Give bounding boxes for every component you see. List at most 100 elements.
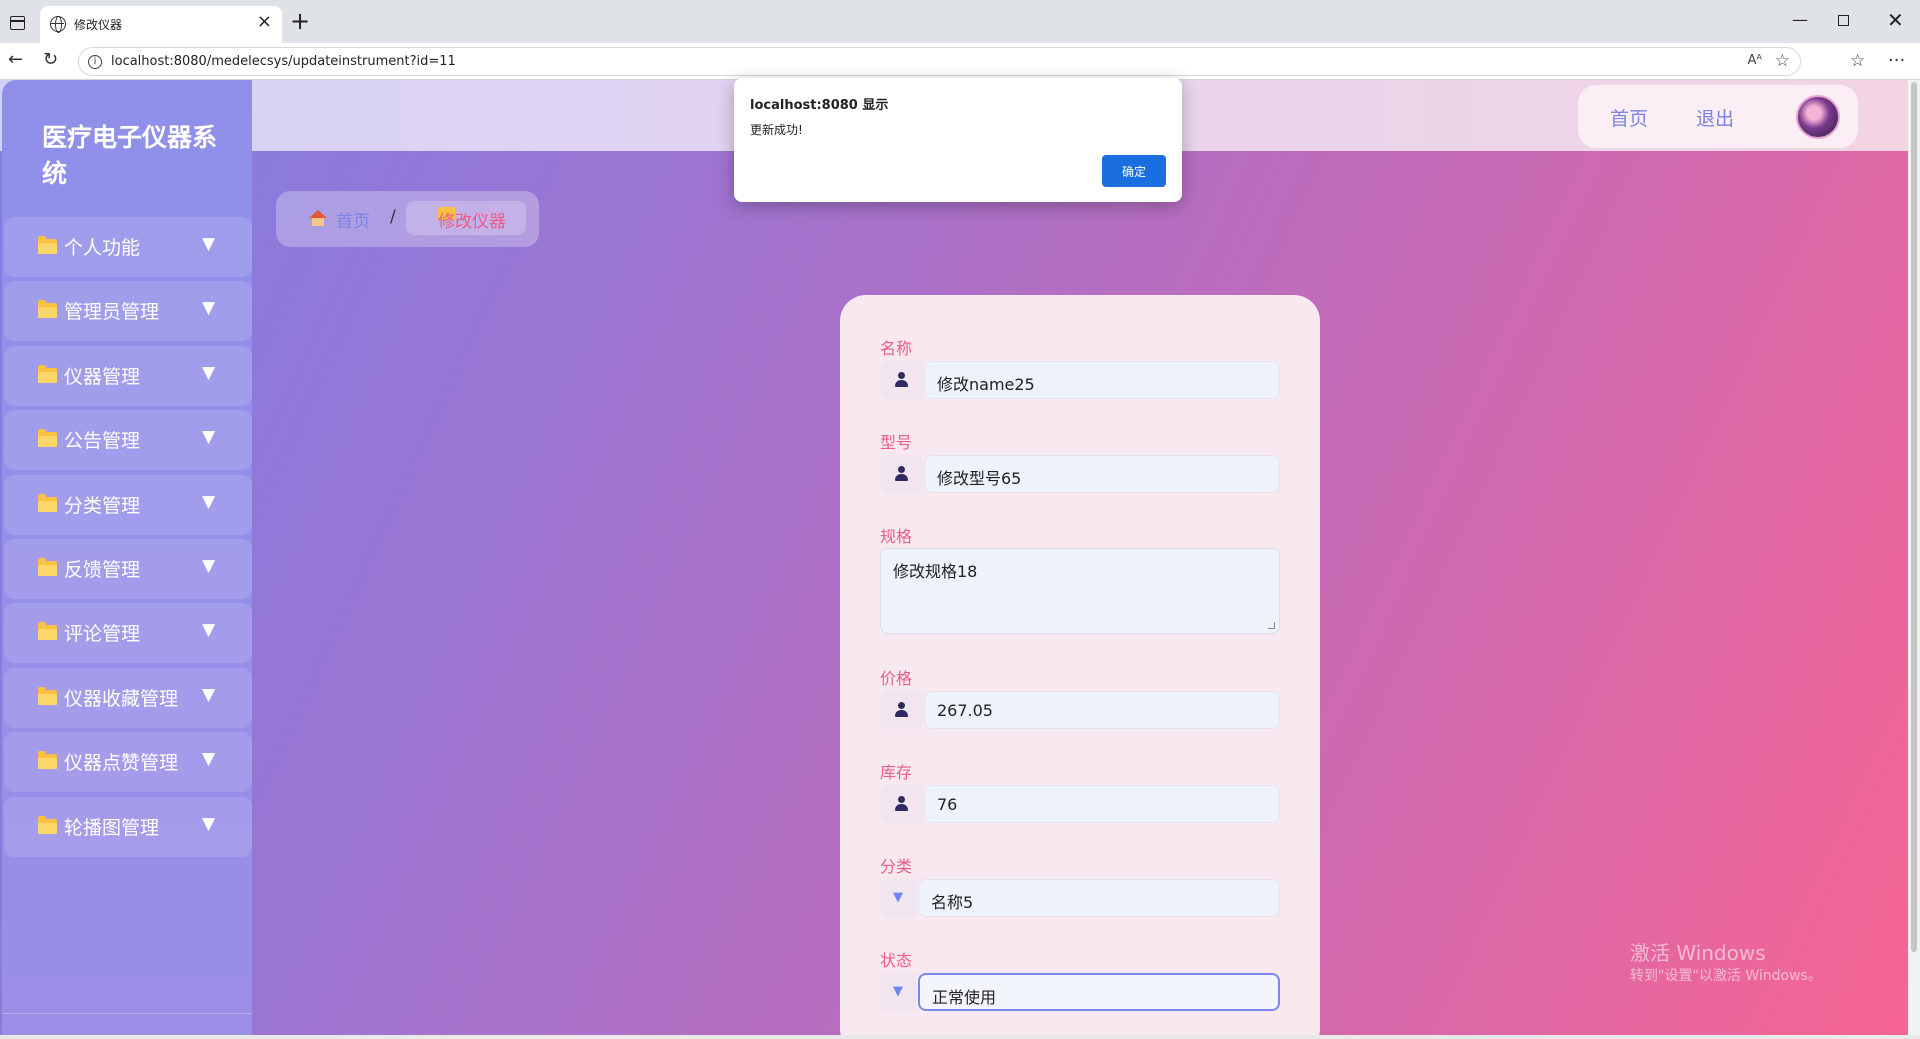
price-icon-box <box>880 691 922 729</box>
folder-icon <box>38 751 57 769</box>
stock-icon-box <box>880 785 922 823</box>
avatar[interactable] <box>1796 95 1840 139</box>
favorite-star-icon[interactable]: ☆ <box>1775 51 1790 71</box>
sidebar-item-label: 轮播图管理 <box>64 817 160 839</box>
sidebar-item-label: 个人功能 <box>64 237 141 259</box>
alert-dialog: localhost:8080 显示 更新成功! 确定 <box>734 78 1182 202</box>
sidebar-item-label: 管理员管理 <box>64 301 160 323</box>
read-aloud-icon[interactable]: Aᴬ <box>1748 53 1763 68</box>
price-input[interactable]: 267.05 <box>924 691 1280 729</box>
caret-down-icon: ▼ <box>202 234 216 254</box>
user-icon <box>895 796 908 812</box>
caret-down-icon: ▼ <box>202 814 216 834</box>
stock-input[interactable]: 76 <box>924 785 1280 823</box>
caret-down-icon: ▼ <box>202 620 216 640</box>
sidebar-item-notice[interactable]: 公告管理 ▼ <box>4 410 252 470</box>
folder-icon <box>38 816 57 834</box>
sidebar-item-favorites[interactable]: 仪器收藏管理 ▼ <box>4 668 252 728</box>
chevron-down-icon[interactable]: ▼ <box>880 973 916 1011</box>
browser-tab[interactable]: 修改仪器 × <box>40 6 282 43</box>
sidebar-item-feedback[interactable]: 反馈管理 ▼ <box>4 539 252 599</box>
maximize-icon[interactable] <box>1838 15 1849 26</box>
name-label: 名称 <box>880 339 913 358</box>
sidebar-divider <box>2 1013 252 1014</box>
sidebar-item-admin[interactable]: 管理员管理 ▼ <box>4 281 252 341</box>
category-label: 分类 <box>880 857 913 876</box>
folder-icon <box>38 687 57 705</box>
url-field[interactable]: i localhost:8080/medelecsys/updateinstru… <box>78 47 1801 76</box>
sidebar-item-label: 仪器点赞管理 <box>64 752 179 774</box>
windows-activation-title: 激活 Windows <box>1630 941 1766 965</box>
model-icon-box <box>880 455 922 493</box>
url-text[interactable]: localhost:8080/medelecsys/updateinstrume… <box>111 54 456 69</box>
reload-icon[interactable]: ↻ <box>43 49 58 71</box>
spec-textarea[interactable]: 修改规格18 <box>880 548 1280 634</box>
model-input[interactable]: 修改型号65 <box>924 455 1280 493</box>
spec-label: 规格 <box>880 527 913 546</box>
top-nav: 首页 退出 <box>1578 85 1858 148</box>
folder-icon <box>38 558 57 576</box>
minimize-icon[interactable]: — <box>1792 8 1808 32</box>
caret-down-icon: ▼ <box>202 556 216 576</box>
folder-icon <box>38 236 57 254</box>
user-icon <box>895 702 908 718</box>
price-label: 价格 <box>880 669 913 688</box>
sidebar-item-carousel[interactable]: 轮播图管理 ▼ <box>4 797 252 857</box>
tab-title: 修改仪器 <box>74 18 123 32</box>
nav-home-link[interactable]: 首页 <box>1610 104 1648 131</box>
caret-down-icon: ▼ <box>202 685 216 705</box>
name-icon-box <box>880 361 922 399</box>
sidebar-item-category[interactable]: 分类管理 ▼ <box>4 475 252 535</box>
back-arrow-icon[interactable]: ← <box>8 49 23 71</box>
more-menu-icon[interactable]: ··· <box>1888 51 1905 71</box>
page-scrollbar[interactable] <box>1908 80 1920 1035</box>
breadcrumb-current-label: 修改仪器 <box>438 212 506 232</box>
status-label: 状态 <box>880 951 913 970</box>
sidebar-item-label: 评论管理 <box>64 623 141 645</box>
sidebar-item-personal[interactable]: 个人功能 ▼ <box>4 217 252 277</box>
favorites-icon[interactable]: ☆ <box>1850 51 1865 71</box>
breadcrumb-separator: / <box>390 207 396 227</box>
model-label: 型号 <box>880 433 913 452</box>
tab-close-icon[interactable]: × <box>257 13 272 31</box>
breadcrumb-home-link[interactable]: 首页 <box>336 207 370 232</box>
chevron-down-icon[interactable]: ▼ <box>880 879 916 917</box>
sidebar-item-label: 反馈管理 <box>64 559 141 581</box>
status-select[interactable]: 正常使用 <box>918 973 1280 1011</box>
sidebar-item-comment[interactable]: 评论管理 ▼ <box>4 603 252 663</box>
folder-icon <box>38 429 57 447</box>
caret-down-icon: ▼ <box>202 363 216 383</box>
caret-down-icon: ▼ <box>202 749 216 769</box>
category-select[interactable]: 名称5 <box>918 879 1280 917</box>
dialog-ok-button[interactable]: 确定 <box>1102 155 1166 187</box>
folder-icon <box>38 365 57 383</box>
instrument-form: 名称 修改name25 型号 修改型号65 规格 修改规格18 价格 267.0… <box>840 295 1320 1035</box>
resize-grip-icon[interactable] <box>1268 622 1275 629</box>
breadcrumb: 首页 / 修改仪器 <box>276 191 539 247</box>
sidebar-item-instrument[interactable]: 仪器管理 ▼ <box>4 346 252 406</box>
caret-down-icon: ▼ <box>202 492 216 512</box>
sidebar-item-label: 仪器收藏管理 <box>64 688 179 710</box>
page-viewport: 首页 退出 医疗电子仪器系统 个人功能 ▼ 管理员管理 ▼ 仪器管理 ▼ 公告管… <box>0 80 1908 1035</box>
folder-icon <box>38 300 57 318</box>
name-input[interactable]: 修改name25 <box>924 361 1280 399</box>
info-icon[interactable]: i <box>88 55 102 69</box>
user-icon <box>895 372 908 388</box>
address-bar: ← ↻ i localhost:8080/medelecsys/updatein… <box>0 43 1920 80</box>
brand-title: 医疗电子仪器系统 <box>42 123 218 188</box>
scrollbar-thumb[interactable] <box>1911 82 1917 952</box>
sidebar-item-likes[interactable]: 仪器点赞管理 ▼ <box>4 732 252 792</box>
tab-actions-icon[interactable] <box>6 12 28 34</box>
sidebar-item-label: 仪器管理 <box>64 366 141 388</box>
sidebar: 医疗电子仪器系统 个人功能 ▼ 管理员管理 ▼ 仪器管理 ▼ 公告管理 ▼ 分类… <box>2 80 252 1035</box>
sidebar-item-label: 公告管理 <box>64 430 141 452</box>
user-icon <box>895 466 908 482</box>
spec-value: 修改规格18 <box>893 562 978 581</box>
nav-logout-link[interactable]: 退出 <box>1696 104 1734 131</box>
caret-down-icon: ▼ <box>202 298 216 318</box>
sidebar-item-label: 分类管理 <box>64 495 141 517</box>
new-tab-icon[interactable]: + <box>290 8 310 34</box>
home-icon <box>309 210 327 226</box>
folder-icon <box>38 494 57 512</box>
window-close-icon[interactable]: ✕ <box>1887 8 1904 32</box>
